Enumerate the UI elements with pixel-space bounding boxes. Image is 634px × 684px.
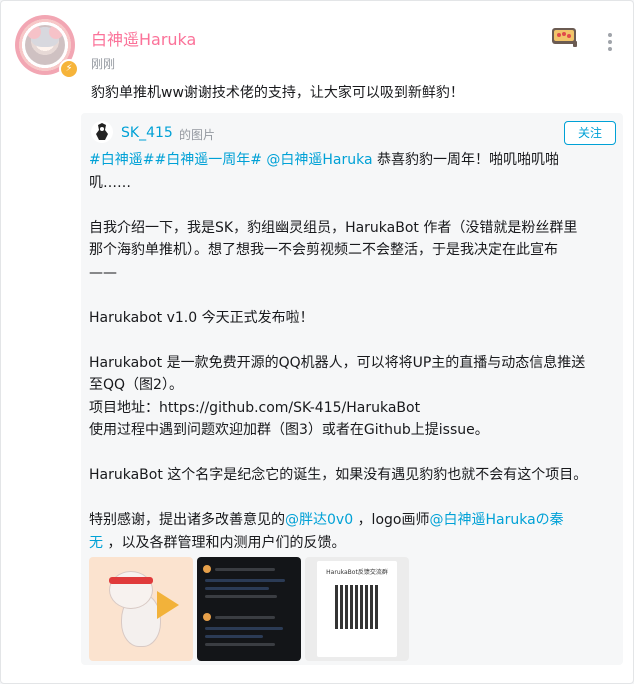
pendant-decoration-icon[interactable] [549,25,579,49]
reposted-card[interactable]: SK_415 的图片 关注 #白神遥##白神遥一周年# @白神遥Haruka 恭… [81,113,623,665]
qr-title: HarukaBot反馈交流群 [326,569,388,576]
topic-link[interactable]: #白神遥# [89,152,154,168]
topic-link[interactable]: #白神遥一周年# [154,152,261,168]
post-content: 豹豹单推机ww谢谢技术佬的支持，让大家可以吸到新鲜豹！ [91,85,464,101]
more-options-icon[interactable] [607,33,613,53]
text-segment: ，以及各群管理和内测用户们的反馈。 [107,534,346,551]
text-segment: ，logo画师 [357,512,430,528]
qr-code-icon [335,585,379,629]
post-username[interactable]: 白神遥Haruka [91,31,196,49]
mention-link[interactable]: @胖达0v0 [285,512,353,528]
repost-username[interactable]: SK_415 [121,125,173,141]
text-line: 项目地址：https://github.com/SK-415/HarukaBot [89,399,421,416]
qr-code-image[interactable]: HarukaBot反馈交流群 [305,557,409,661]
text-line: 自我介绍一下，我是SK，豹组幽灵组员，HarukaBot 作者（没错就是粉丝群里 [89,219,578,236]
vip-badge-icon: ⚡ [59,59,79,79]
text-line: Harukabot 是一款免费开源的QQ机器人，可以将将UP主的直播与动态信息推… [89,354,586,371]
text-line: Harukabot v1.0 今天正式发布啦！ [89,309,314,326]
text-line: 叽…… [89,174,131,191]
text-segment: 恭喜豹豹一周年！啪叽啪叽啪 [377,152,560,168]
mention-link[interactable]: @白神遥Haruka [266,152,372,168]
chat-screenshot-image[interactable] [197,557,301,661]
text-line: HarukaBot 这个名字是纪念它的诞生，如果没有遇见豹豹也就不会有这个项目。 [89,467,588,483]
text-segment: 特别感谢，提出诸多改善意见的 [89,512,285,528]
text-line: 使用过程中遇到问题欢迎加群（图3）或者在Github上提issue。 [89,422,489,438]
text-line: 那个海豹单推机）。想了想我一不会剪视频二不会整活，于是我决定在此宣布 [89,242,558,258]
seal-mascot-image[interactable] [89,557,193,661]
mention-link[interactable]: 无 [89,535,103,551]
mention-link[interactable]: @白神遥Harukaの秦 [429,512,563,528]
text-line: —— [89,264,117,281]
avatar-image [25,25,65,65]
text-line: 至QQ（图2）。 [89,377,183,393]
follow-button[interactable]: 关注 [564,121,616,145]
repost-avatar[interactable] [91,121,113,143]
repost-content: #白神遥##白神遥一周年# @白神遥Haruka 恭喜豹豹一周年！啪叽啪叽啪 叽… [89,149,609,554]
post-card: ⚡ 白神遥Haruka 刚刚 豹豹单推机ww谢谢技术佬的支持，让大家可以吸到新鲜… [0,0,634,684]
repost-type-label: 的图片 [179,128,216,142]
avatar[interactable]: ⚡ [15,15,79,79]
post-time: 刚刚 [91,57,116,71]
